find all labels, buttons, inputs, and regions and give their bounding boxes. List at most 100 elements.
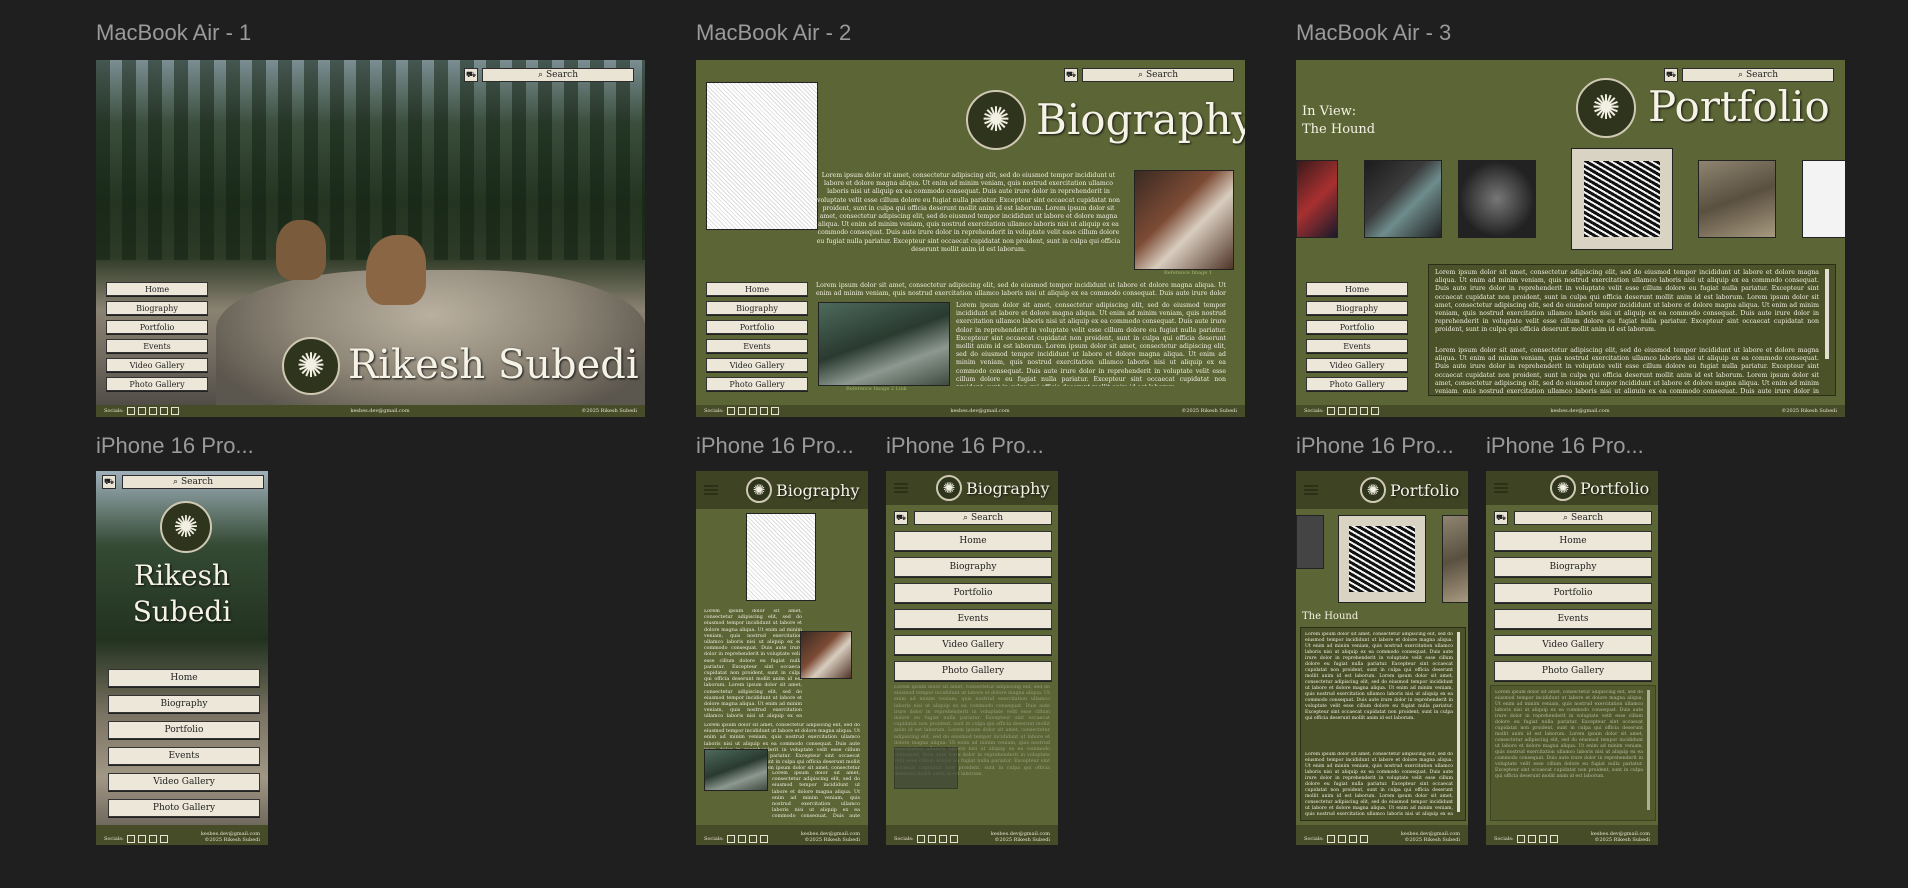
tiktok-icon[interactable] xyxy=(159,835,168,843)
spotify-icon[interactable] xyxy=(1348,407,1357,415)
nav-video-gallery-button[interactable]: Video Gallery xyxy=(106,358,208,372)
cart-icon[interactable]: ⛟ xyxy=(1664,68,1678,82)
nav-biography-button[interactable]: Biography xyxy=(1494,557,1652,577)
youtube-icon[interactable] xyxy=(770,407,779,415)
frame-label-iphone-1[interactable]: iPhone 16 Pro... xyxy=(96,433,254,459)
frame-label-macbook-2[interactable]: MacBook Air - 2 xyxy=(696,20,851,46)
cart-icon[interactable]: ⛟ xyxy=(1494,511,1508,525)
spotify-icon[interactable] xyxy=(938,835,947,843)
tiktok-icon[interactable] xyxy=(949,835,958,843)
facebook-icon[interactable] xyxy=(1337,407,1346,415)
nav-home-button[interactable]: Home xyxy=(108,669,260,687)
portfolio-description-box[interactable]: Lorem ipsum dolor sit amet, consectetur … xyxy=(1490,685,1656,821)
facebook-icon[interactable] xyxy=(1337,835,1346,843)
frame-label-iphone-5[interactable]: iPhone 16 Pro... xyxy=(1486,433,1644,459)
nav-portfolio-button[interactable]: Portfolio xyxy=(1494,583,1652,603)
facebook-icon[interactable] xyxy=(1527,835,1536,843)
nav-events-button[interactable]: Events xyxy=(106,339,208,353)
search-input[interactable]: ⌕ Search xyxy=(1682,68,1834,82)
tiktok-icon[interactable] xyxy=(759,407,768,415)
nav-photo-gallery-button[interactable]: Photo Gallery xyxy=(106,377,208,391)
instagram-icon[interactable] xyxy=(126,407,135,415)
nav-portfolio-button[interactable]: Portfolio xyxy=(894,583,1052,603)
instagram-icon[interactable] xyxy=(1516,835,1525,843)
frame-label-macbook-1[interactable]: MacBook Air - 1 xyxy=(96,20,251,46)
nav-events-button[interactable]: Events xyxy=(1494,609,1652,629)
nav-photo-gallery-button[interactable]: Photo Gallery xyxy=(108,799,260,817)
cart-icon[interactable]: ⛟ xyxy=(1064,68,1078,82)
nav-video-gallery-button[interactable]: Video Gallery xyxy=(706,358,808,372)
footer-email[interactable]: kesbes.dev@gmail.com xyxy=(1550,408,1609,414)
compass-icon[interactable]: ✺ xyxy=(160,501,212,553)
compass-icon[interactable]: ✺ xyxy=(1360,477,1386,503)
portfolio-description-box[interactable]: Lorem ipsum dolor sit amet, consectetur … xyxy=(1428,264,1836,396)
facebook-icon[interactable] xyxy=(927,835,936,843)
facebook-icon[interactable] xyxy=(137,407,146,415)
instagram-icon[interactable] xyxy=(726,407,735,415)
facebook-icon[interactable] xyxy=(137,835,146,843)
nav-biography-button[interactable]: Biography xyxy=(706,301,808,315)
nav-home-button[interactable]: Home xyxy=(106,282,208,296)
compass-icon[interactable]: ✺ xyxy=(936,475,962,501)
portfolio-description-box[interactable]: Lorem ipsum dolor sit amet, consectetur … xyxy=(1300,627,1466,821)
frame-label-iphone-3[interactable]: iPhone 16 Pro... xyxy=(886,433,1044,459)
nav-events-button[interactable]: Events xyxy=(1306,339,1408,353)
instagram-icon[interactable] xyxy=(726,835,735,843)
spotify-icon[interactable] xyxy=(748,407,757,415)
frame-label-iphone-2[interactable]: iPhone 16 Pro... xyxy=(696,433,854,459)
hamburger-icon[interactable] xyxy=(1494,483,1508,493)
spotify-icon[interactable] xyxy=(1348,835,1357,843)
instagram-icon[interactable] xyxy=(916,835,925,843)
scrollbar-thumb[interactable] xyxy=(1457,632,1460,812)
tiktok-icon[interactable] xyxy=(1359,407,1368,415)
nav-photo-gallery-button[interactable]: Photo Gallery xyxy=(1494,661,1652,681)
nav-video-gallery-button[interactable]: Video Gallery xyxy=(1494,635,1652,655)
carousel-item[interactable] xyxy=(1364,160,1442,238)
instagram-icon[interactable] xyxy=(1326,835,1335,843)
instagram-icon[interactable] xyxy=(126,835,135,843)
compass-icon[interactable]: ✺ xyxy=(1550,475,1576,501)
nav-photo-gallery-button[interactable]: Photo Gallery xyxy=(1306,377,1408,391)
spotify-icon[interactable] xyxy=(148,407,157,415)
carousel-item[interactable] xyxy=(1458,160,1536,238)
youtube-icon[interactable] xyxy=(170,407,179,415)
scrollbar-thumb[interactable] xyxy=(1825,269,1829,359)
instagram-icon[interactable] xyxy=(1326,407,1335,415)
nav-photo-gallery-button[interactable]: Photo Gallery xyxy=(706,377,808,391)
search-input[interactable]: ⌕ Search xyxy=(914,511,1052,525)
nav-home-button[interactable]: Home xyxy=(706,282,808,296)
nav-home-button[interactable]: Home xyxy=(894,531,1052,551)
reference-image-2[interactable] xyxy=(818,302,950,386)
carousel-item[interactable] xyxy=(1296,160,1338,238)
nav-video-gallery-button[interactable]: Video Gallery xyxy=(894,635,1052,655)
facebook-icon[interactable] xyxy=(737,407,746,415)
frame-label-macbook-3[interactable]: MacBook Air - 3 xyxy=(1296,20,1451,46)
nav-biography-button[interactable]: Biography xyxy=(894,557,1052,577)
footer-email[interactable]: kesbes.dev@gmail.com xyxy=(950,408,1009,414)
nav-biography-button[interactable]: Biography xyxy=(106,301,208,315)
tiktok-icon[interactable] xyxy=(159,407,168,415)
spotify-icon[interactable] xyxy=(748,835,757,843)
nav-home-button[interactable]: Home xyxy=(1306,282,1408,296)
search-input[interactable]: ⌕ Search xyxy=(1514,511,1652,525)
spotify-icon[interactable] xyxy=(148,835,157,843)
cart-icon[interactable]: ⛟ xyxy=(894,511,908,525)
search-input[interactable]: ⌕ Search xyxy=(1082,68,1234,82)
tiktok-icon[interactable] xyxy=(759,835,768,843)
tiktok-icon[interactable] xyxy=(1359,835,1368,843)
nav-video-gallery-button[interactable]: Video Gallery xyxy=(108,773,260,791)
nav-portfolio-button[interactable]: Portfolio xyxy=(106,320,208,334)
hamburger-icon[interactable] xyxy=(704,485,718,495)
compass-icon[interactable]: ✺ xyxy=(746,477,772,503)
compass-icon[interactable]: ✺ xyxy=(282,337,340,395)
spotify-icon[interactable] xyxy=(1538,835,1547,843)
carousel-item[interactable] xyxy=(1296,515,1324,569)
search-input[interactable]: ⌕ Search xyxy=(122,475,264,489)
scrollbar-thumb[interactable] xyxy=(1647,690,1650,810)
frame-label-iphone-4[interactable]: iPhone 16 Pro... xyxy=(1296,433,1454,459)
portfolio-carousel[interactable] xyxy=(1296,142,1845,250)
hamburger-icon[interactable] xyxy=(1304,485,1318,495)
nav-events-button[interactable]: Events xyxy=(894,609,1052,629)
nav-biography-button[interactable]: Biography xyxy=(108,695,260,713)
facebook-icon[interactable] xyxy=(737,835,746,843)
